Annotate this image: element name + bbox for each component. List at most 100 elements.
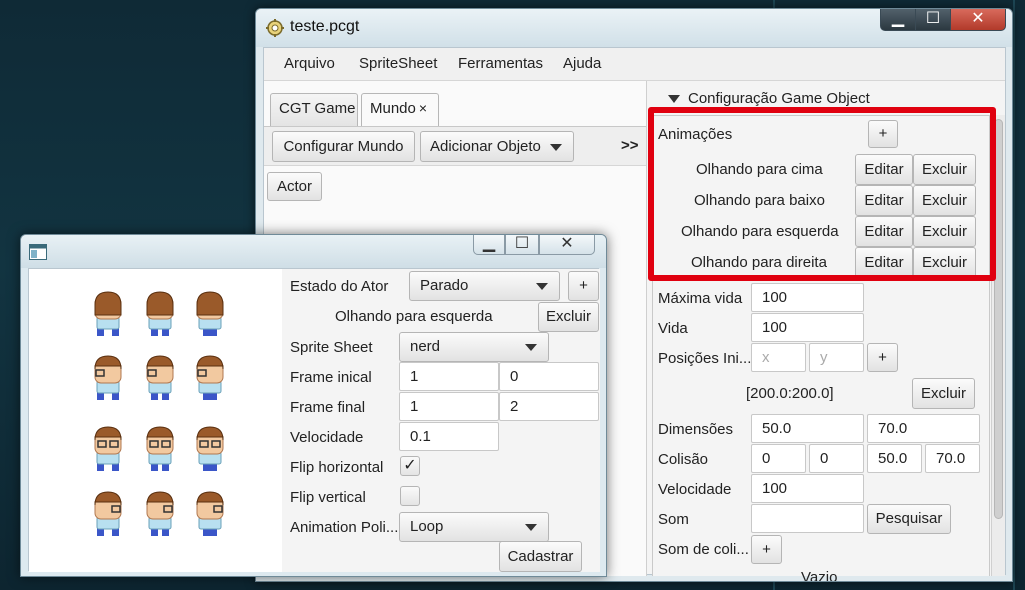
frame-start-row-field[interactable]: 1 <box>399 362 499 391</box>
register-button[interactable]: Cadastrar <box>499 541 582 572</box>
position-x-field[interactable]: x <box>751 343 806 372</box>
sprite-sheet-value: nerd <box>410 338 441 355</box>
max-life-label: Máxima vida <box>658 290 743 307</box>
life-field[interactable]: 100 <box>751 313 864 342</box>
desktop-edge <box>1013 0 1015 590</box>
add-object-dropdown[interactable]: Adicionar Objeto <box>420 131 574 162</box>
frame-start-col-field[interactable]: 0 <box>499 362 599 391</box>
initial-positions-label: Posições Ini... <box>658 350 752 367</box>
close-button[interactable]: ✕ <box>950 9 1006 31</box>
speed-field[interactable]: 0.1 <box>399 422 499 451</box>
menu-ferramentas[interactable]: Ferramentas <box>458 55 543 72</box>
window-icon <box>29 244 47 260</box>
edit-animation-button[interactable]: Editar <box>855 247 913 278</box>
delete-animation-button[interactable]: Excluir <box>913 154 976 185</box>
speed-field[interactable]: 100 <box>751 474 864 503</box>
tab-label: Mundo <box>370 100 416 117</box>
add-position-button[interactable]: + <box>867 343 898 372</box>
tab-mundo[interactable]: Mundo × <box>361 93 439 126</box>
main-titlebar[interactable]: teste.pcgt ▁ ☐ ✕ <box>256 9 1012 47</box>
inspector-scrollbar[interactable] <box>991 115 1005 576</box>
sound-field[interactable] <box>751 504 864 533</box>
delete-animation-button[interactable]: Excluir <box>913 247 976 278</box>
actor-object-item[interactable]: Actor <box>267 172 322 201</box>
position-y-field[interactable]: y <box>809 343 864 372</box>
search-sound-button[interactable]: Pesquisar <box>867 504 951 534</box>
delete-animation-button[interactable]: Excluir <box>913 216 976 247</box>
frame-end-col-field[interactable]: 2 <box>499 392 599 421</box>
animations-label: Animações <box>658 126 733 143</box>
maximize-button[interactable]: ☐ <box>505 235 539 255</box>
add-collision-sound-button[interactable]: + <box>751 535 782 564</box>
maximize-button[interactable]: ☐ <box>915 9 951 31</box>
collision-x-field[interactable]: 0 <box>751 444 806 473</box>
edit-animation-button[interactable]: Editar <box>855 185 913 216</box>
animation-name-label: Olhando para esquerda <box>335 308 493 325</box>
menu-bar: Arquivo SpriteSheet Ferramentas Ajuda <box>264 48 1005 81</box>
sprite-frame <box>196 426 224 471</box>
flip-horizontal-checkbox[interactable]: ✓ <box>400 456 420 476</box>
empty-label: Vazio <box>801 569 838 582</box>
tab-cgt-game[interactable]: CGT Game <box>270 93 358 126</box>
world-toolbar: Configurar Mundo Adicionar Objeto >> <box>264 126 646 166</box>
dimensions-label: Dimensões <box>658 421 734 438</box>
close-button[interactable]: ✕ <box>539 235 595 255</box>
add-state-button[interactable]: + <box>568 271 599 301</box>
frame-start-label: Frame inical <box>290 369 372 386</box>
sprite-frame <box>94 355 122 400</box>
animation-name: Olhando para cima <box>696 161 823 178</box>
frame-end-row-field[interactable]: 1 <box>399 392 499 421</box>
sprite-frame <box>146 355 174 400</box>
toolbar-overflow-button[interactable]: >> <box>621 137 639 154</box>
actor-state-label: Estado do Ator <box>290 278 389 295</box>
actor-state-dropdown[interactable]: Parado <box>409 271 560 301</box>
minimize-button[interactable]: ▁ <box>473 235 505 255</box>
delete-position-button[interactable]: Excluir <box>912 378 975 409</box>
collision-width-field[interactable]: 50.0 <box>867 444 922 473</box>
collision-y-field[interactable]: 0 <box>809 444 864 473</box>
delete-animation-button[interactable]: Excluir <box>913 185 976 216</box>
sprite-sheet-dropdown[interactable]: nerd <box>399 332 549 362</box>
animation-editor-window: ▁ ☐ ✕ Estado do Ator Parado + Olhando pa… <box>20 234 607 577</box>
add-object-label: Adicionar Objeto <box>430 138 541 155</box>
window-title: teste.pcgt <box>290 18 360 35</box>
edit-animation-button[interactable]: Editar <box>855 216 913 247</box>
life-label: Vida <box>658 320 688 337</box>
animation-form: Estado do Ator Parado + Olhando para esq… <box>282 269 600 572</box>
flip-vertical-checkbox[interactable] <box>400 486 420 506</box>
add-animation-button[interactable]: + <box>868 120 898 148</box>
flip-vertical-label: Flip vertical <box>290 489 366 506</box>
minimize-button[interactable]: ▁ <box>880 9 916 31</box>
sprite-frame <box>94 291 122 336</box>
collision-label: Colisão <box>658 451 709 468</box>
delete-animation-button[interactable]: Excluir <box>538 302 599 332</box>
scrollbar-thumb[interactable] <box>994 119 1003 519</box>
menu-spritesheet[interactable]: SpriteSheet <box>359 55 437 72</box>
animation-policy-dropdown[interactable]: Loop <box>399 512 549 542</box>
tab-close-icon[interactable]: × <box>419 100 427 116</box>
expand-triangle-icon <box>668 95 680 104</box>
speed-label: Velocidade <box>658 481 732 498</box>
sprite-preview <box>29 269 282 572</box>
menu-arquivo[interactable]: Arquivo <box>284 55 335 72</box>
speed-label: Velocidade <box>290 429 364 446</box>
animation-name: Olhando para direita <box>691 254 827 271</box>
sound-label: Som <box>658 511 689 528</box>
chevron-down-icon <box>536 283 548 290</box>
tab-label: CGT Game <box>279 100 356 117</box>
chevron-down-icon <box>525 344 537 351</box>
chevron-down-icon <box>550 144 562 151</box>
app-icon <box>266 19 284 37</box>
dimension-height-field[interactable]: 70.0 <box>867 414 980 443</box>
inspector-section-header[interactable]: Configuração Game Object <box>652 90 870 107</box>
max-life-field[interactable]: 100 <box>751 283 864 312</box>
collision-height-field[interactable]: 70.0 <box>925 444 980 473</box>
edit-animation-button[interactable]: Editar <box>855 154 913 185</box>
section-title: Configuração Game Object <box>688 90 870 107</box>
sprite-sheet-label: Sprite Sheet <box>290 339 373 356</box>
menu-ajuda[interactable]: Ajuda <box>563 55 601 72</box>
sprite-frame <box>196 355 224 400</box>
editor-titlebar[interactable]: ▁ ☐ ✕ <box>21 235 606 268</box>
dimension-width-field[interactable]: 50.0 <box>751 414 864 443</box>
configure-world-button[interactable]: Configurar Mundo <box>272 131 415 162</box>
